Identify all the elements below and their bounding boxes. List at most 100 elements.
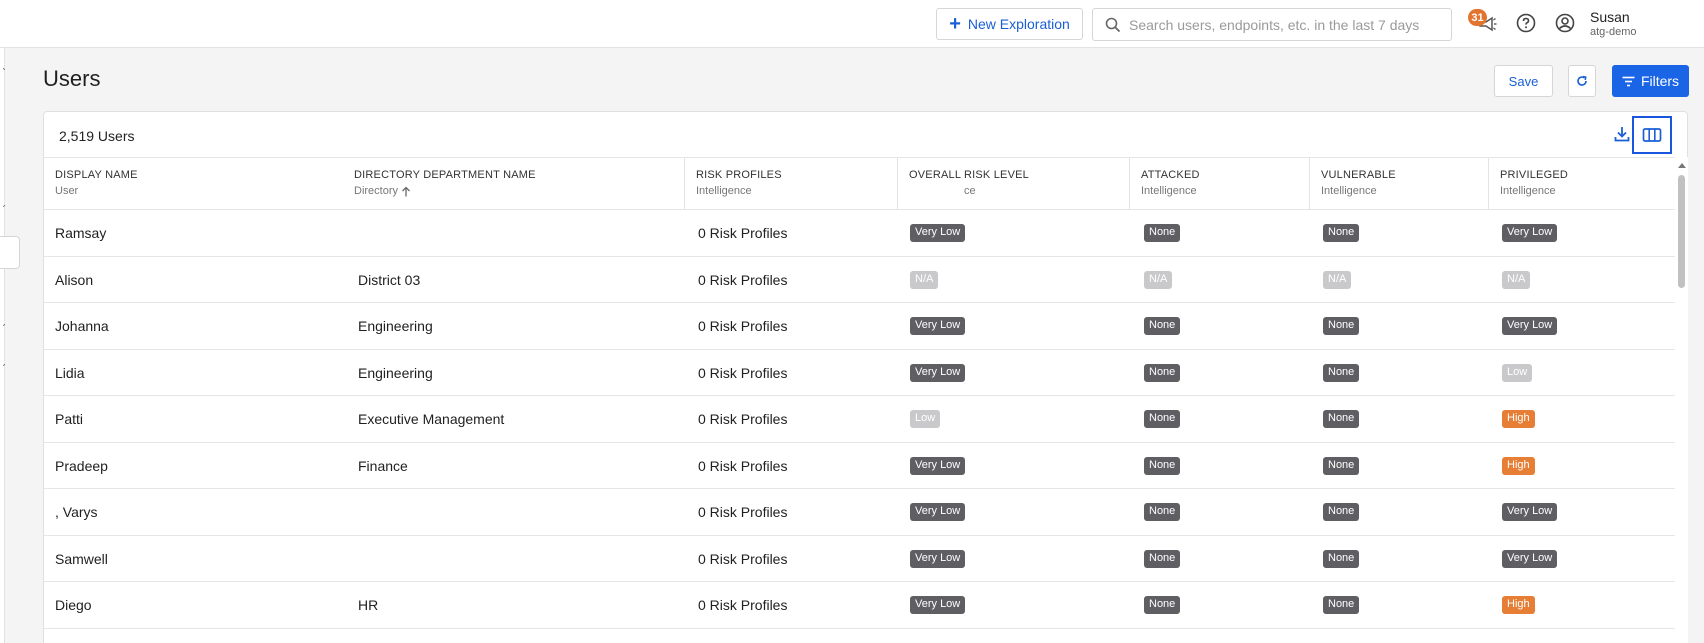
search-input[interactable]: [1129, 16, 1449, 33]
risk-badge: Low: [1502, 363, 1533, 382]
risk-badge: None: [1144, 596, 1181, 614]
save-button[interactable]: Save: [1494, 65, 1553, 97]
column-settings-button[interactable]: [1632, 116, 1672, 154]
cell-department-text: Executive Management: [358, 411, 505, 427]
page-title: Users: [43, 66, 101, 91]
cell-display-name-text: Johanna: [55, 318, 109, 334]
cell-privileged: Very Low: [1502, 210, 1558, 256]
table-header: DISPLAY NAME User DIRECTORY DEPARTMENT N…: [44, 157, 1675, 210]
left-rail: [0, 48, 5, 643]
cell-display-name: Johanna: [55, 303, 109, 349]
notification-count-badge: 31: [1468, 9, 1487, 26]
risk-badge: Very Low: [910, 549, 966, 568]
cell-overall-risk-level: Very Low: [910, 443, 966, 488]
column-header-vulnerable[interactable]: VULNERABLE Intelligence: [1309, 158, 1488, 210]
risk-badge: None: [1323, 596, 1360, 614]
risk-badge: None: [1323, 224, 1360, 242]
risk-badge: High: [1502, 410, 1535, 428]
risk-badge: None: [1323, 317, 1360, 335]
cell-risk-profiles-text: 0 Risk Profiles: [698, 457, 788, 474]
download-button[interactable]: [1610, 122, 1634, 146]
user-circle-icon[interactable]: [1555, 13, 1575, 33]
table-row[interactable]: Diego HR 0 Risk Profiles Very Low None None Hi…: [44, 582, 1675, 629]
download-icon: [1614, 127, 1630, 142]
help-icon[interactable]: [1516, 13, 1536, 33]
user-name[interactable]: Susan: [1590, 9, 1630, 25]
cell-overall-risk-level: Very Low: [910, 582, 966, 628]
global-search[interactable]: [1092, 8, 1452, 41]
rail-chevron-icon[interactable]: ˊ: [2, 203, 6, 217]
rail-chevron-icon[interactable]: ˊ: [2, 362, 6, 376]
cell-risk-profiles: 0 Risk Profiles: [698, 303, 787, 349]
cell-risk-profiles-text: 0 Risk Profiles: [698, 504, 788, 520]
table-row[interactable]: Ramsay 0 Risk Profiles Very Low None None Ver…: [44, 210, 1675, 257]
cell-overall-risk-level: Very Low: [910, 303, 966, 349]
sidebar-expand-tab[interactable]: [0, 236, 20, 269]
refresh-icon: [1577, 75, 1587, 86]
table-row[interactable]: Samwell 0 Risk Profiles Very Low None None Ve…: [44, 536, 1675, 582]
cell-department-text: District 03: [358, 271, 421, 288]
cell-attacked: None: [1144, 536, 1181, 581]
cell-display-name: Alison: [55, 257, 93, 302]
plus-icon: +: [949, 13, 961, 35]
cell-risk-profiles: 0 Risk Profiles: [698, 536, 787, 581]
table-row[interactable]: Johanna Engineering 0 Risk Profiles Very Lo…: [44, 303, 1675, 350]
column-header-overall-risk-level[interactable]: OVERALL RISK LEVEL ce: [897, 158, 1129, 210]
cell-risk-profiles: 0 Risk Profiles: [698, 489, 787, 535]
refresh-button[interactable]: [1568, 65, 1596, 97]
risk-badge: Very Low: [1502, 503, 1558, 521]
table-row[interactable]: Pradeep Finance 0 Risk Profiles Very Low Non…: [44, 443, 1675, 489]
cell-vulnerable: None: [1323, 303, 1360, 349]
users-table-card: 2,519 Users DISPLAY NAME User DIRECTORY …: [43, 111, 1688, 643]
table-row[interactable]: , Varys 0 Risk Profiles Very Low None None Ve…: [44, 489, 1675, 536]
column-header-risk-profiles[interactable]: RISK PROFILES Intelligence: [684, 158, 897, 210]
column-header-attacked[interactable]: ATTACKED Intelligence: [1129, 158, 1309, 210]
sort-asc-icon[interactable]: [401, 186, 411, 197]
risk-badge: None: [1144, 549, 1181, 568]
rail-chevron-icon[interactable]: ˋ: [2, 66, 6, 80]
cell-display-name-text: Diego: [55, 597, 92, 613]
cell-display-name-text: Samwell: [55, 550, 108, 567]
cell-risk-profiles: 0 Risk Profiles: [698, 396, 787, 442]
cell-overall-risk-level: Very Low: [910, 350, 966, 395]
cell-display-name-text: Pradeep: [55, 457, 108, 474]
cell-vulnerable: None: [1323, 489, 1360, 535]
table-row[interactable]: Patti Executive Management 0 Risk Profiles…: [44, 396, 1675, 443]
notifications-button[interactable]: 31: [1468, 9, 1500, 37]
risk-badge: N/A: [1502, 270, 1531, 289]
table-body: Ramsay 0 Risk Profiles Very Low None None Ver…: [44, 210, 1675, 629]
cell-attacked: None: [1144, 396, 1181, 442]
risk-badge: None: [1144, 410, 1181, 428]
column-header-display-name[interactable]: DISPLAY NAME User: [44, 158, 344, 210]
new-exploration-button[interactable]: + New Exploration: [936, 8, 1083, 40]
cell-overall-risk-level: N/A: [910, 257, 939, 302]
cell-vulnerable: None: [1323, 350, 1360, 395]
cell-display-name-text: Patti: [55, 411, 84, 427]
cell-vulnerable: None: [1323, 396, 1360, 442]
cell-privileged: Very Low: [1502, 489, 1558, 535]
column-header-privileged[interactable]: PRIVILEGED Intelligence: [1488, 158, 1675, 210]
filters-label: Filters: [1640, 73, 1680, 89]
column-header-department[interactable]: DIRECTORY DEPARTMENT NAME Directory: [343, 158, 684, 210]
cell-display-name: Samwell: [55, 536, 108, 581]
rail-chevron-icon[interactable]: ˊ: [2, 322, 6, 336]
table-row[interactable]: Alison District 03 0 Risk Profiles N/A N/A N/…: [44, 257, 1675, 303]
risk-badge: N/A: [1144, 270, 1173, 289]
vertical-scrollbar[interactable]: [1675, 157, 1688, 643]
cell-risk-profiles: 0 Risk Profiles: [698, 443, 787, 488]
filters-button[interactable]: Filters: [1612, 65, 1689, 97]
cell-overall-risk-level: Very Low: [910, 536, 966, 581]
scroll-up-arrow[interactable]: [1678, 163, 1686, 168]
cell-display-name: , Varys: [55, 489, 98, 535]
risk-badge: None: [1323, 456, 1360, 475]
cell-vulnerable: None: [1323, 536, 1360, 581]
table-row[interactable]: Lidia Engineering 0 Risk Profiles Very Low N…: [44, 350, 1675, 396]
risk-badge: Very Low: [910, 363, 966, 382]
risk-badge: None: [1144, 224, 1181, 242]
cell-department: Engineering: [358, 303, 433, 349]
cell-risk-profiles-text: 0 Risk Profiles: [698, 550, 788, 567]
risk-badge: Low: [910, 410, 941, 428]
cell-department-text: Engineering: [358, 364, 433, 381]
scrollbar-thumb[interactable]: [1678, 175, 1685, 288]
user-org: atg-demo: [1590, 26, 1637, 38]
